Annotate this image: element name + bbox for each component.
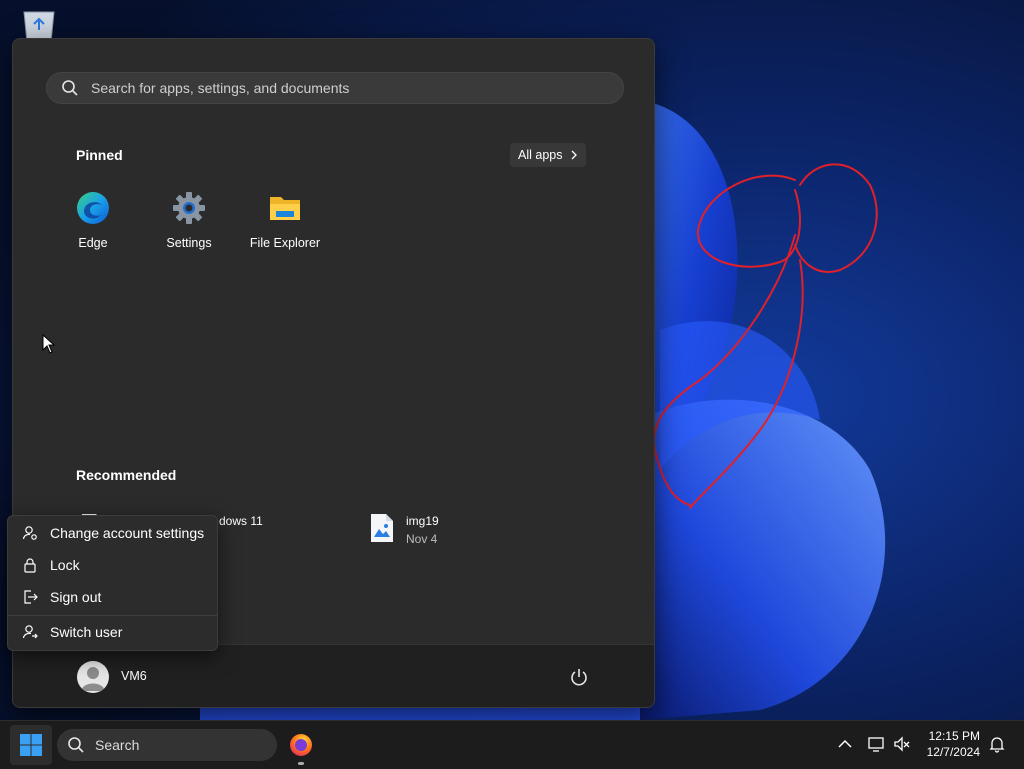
chevron-right-icon xyxy=(572,150,578,160)
lock-icon xyxy=(24,558,36,573)
chevron-up-icon[interactable] xyxy=(836,735,854,753)
power-icon[interactable] xyxy=(569,667,589,687)
recommended-item-title: img19 xyxy=(406,514,439,528)
clock-date: 12/7/2024 xyxy=(926,745,980,759)
pinned-app-label: File Explorer xyxy=(249,236,321,250)
account-context-menu: Change account settings Lock Sign out Sw… xyxy=(7,515,218,651)
sign-out-icon xyxy=(24,590,38,604)
recycle-bin-icon[interactable] xyxy=(20,8,58,42)
folder-icon xyxy=(270,197,300,220)
start-search-input[interactable] xyxy=(89,79,593,97)
menu-item-label: Sign out xyxy=(50,589,102,605)
search-icon xyxy=(62,80,78,96)
recommended-item-date: Nov 4 xyxy=(406,532,438,546)
menu-item-label: Lock xyxy=(50,557,80,573)
search-icon xyxy=(68,737,84,753)
image-file-icon xyxy=(371,514,393,542)
start-button[interactable] xyxy=(10,725,52,765)
taskbar-search-box[interactable]: Search xyxy=(57,729,277,761)
menu-item-label: Change account settings xyxy=(50,525,205,541)
all-apps-label: All apps xyxy=(518,148,563,162)
username-label[interactable]: VM6 xyxy=(121,669,147,683)
start-search-box[interactable] xyxy=(46,72,624,104)
taskbar-clock[interactable]: 12:15 PM 12/7/2024 xyxy=(916,728,980,760)
start-menu-footer: VM6 xyxy=(13,644,654,707)
gear-icon xyxy=(173,192,205,224)
recommended-title: Recommended xyxy=(76,467,177,483)
taskbar-app-firefox[interactable] xyxy=(286,729,316,765)
account-settings-icon xyxy=(22,526,37,540)
menu-item-lock[interactable]: Lock xyxy=(8,550,217,580)
pinned-app-settings[interactable]: Settings xyxy=(149,191,229,250)
mouse-cursor-icon xyxy=(42,334,56,354)
pinned-app-label: Settings xyxy=(166,236,212,250)
network-icon[interactable] xyxy=(867,735,885,753)
running-indicator xyxy=(298,762,304,765)
menu-item-sign-out[interactable]: Sign out xyxy=(8,582,217,612)
recommended-item[interactable]: img19 Nov 4 xyxy=(370,513,439,546)
taskbar: Search 12:15 PM 12/7/2024 xyxy=(0,720,1024,769)
menu-item-switch-user[interactable]: Switch user xyxy=(8,617,217,647)
switch-user-icon xyxy=(22,625,38,639)
recommended-item-title: dows 11 xyxy=(219,514,263,528)
user-avatar[interactable] xyxy=(77,661,109,693)
menu-item-label: Switch user xyxy=(50,624,123,640)
firefox-icon xyxy=(290,734,312,756)
notification-bell-icon[interactable] xyxy=(988,735,1006,753)
user-icon xyxy=(81,667,105,691)
pinned-title: Pinned xyxy=(76,147,123,163)
edge-icon xyxy=(77,192,109,224)
pinned-app-edge[interactable]: Edge xyxy=(53,191,133,250)
menu-item-change-account-settings[interactable]: Change account settings xyxy=(8,518,217,548)
all-apps-button[interactable]: All apps xyxy=(510,143,587,167)
windows-logo-icon xyxy=(20,734,42,756)
volume-muted-icon[interactable] xyxy=(893,735,911,753)
taskbar-search-label: Search xyxy=(95,737,140,753)
pinned-app-label: Edge xyxy=(78,236,108,250)
menu-divider xyxy=(8,615,217,616)
pinned-app-file-explorer[interactable]: File Explorer xyxy=(245,191,325,250)
clock-time: 12:15 PM xyxy=(928,729,980,743)
